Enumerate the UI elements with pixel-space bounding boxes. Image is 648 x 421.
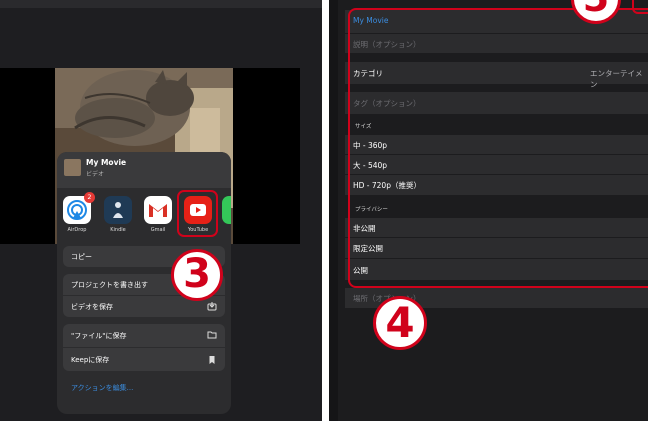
share-app-airdrop[interactable]: 2 AirDrop	[62, 192, 95, 233]
action-save-keep-label: Keepに保存	[71, 356, 110, 364]
panel-edge	[329, 0, 338, 421]
step-3-marker: 3	[171, 249, 223, 301]
done-button-highlight	[632, 0, 648, 14]
share-screen: My Movie ビデオ 2 AirDrop Kindle Gmail YouT…	[0, 0, 322, 421]
share-sheet-title: My Movie	[86, 158, 127, 167]
folder-icon	[207, 331, 217, 339]
top-bar	[0, 0, 322, 8]
share-sheet-subtitle: ビデオ	[86, 171, 105, 178]
share-app-more[interactable]: X	[221, 196, 231, 233]
airdrop-icon: 2	[63, 192, 95, 224]
share-sheet-header: My Movie ビデオ	[57, 152, 231, 188]
action-save-files[interactable]: "ファイル"に保存	[63, 324, 225, 348]
action-save-files-label: "ファイル"に保存	[71, 332, 127, 340]
app-icon	[222, 196, 231, 224]
edit-actions-link[interactable]: アクションを編集...	[71, 383, 133, 393]
bookmark-icon	[209, 356, 215, 364]
app-label: X	[221, 227, 231, 233]
kindle-icon	[104, 196, 132, 224]
video-thumbnail	[64, 159, 81, 176]
gmail-icon	[144, 196, 172, 224]
share-apps-row: 2 AirDrop Kindle Gmail YouTube	[57, 188, 231, 244]
app-label: Kindle	[110, 227, 126, 233]
share-app-gmail[interactable]: Gmail	[143, 196, 173, 233]
action-save-video-label: ビデオを保存	[71, 303, 113, 311]
settings-highlight-frame	[348, 8, 648, 288]
app-label: AirDrop	[67, 227, 87, 233]
action-group-save: "ファイル"に保存 Keepに保存	[63, 324, 225, 371]
airdrop-badge: 2	[84, 192, 95, 203]
youtube-highlight-frame	[177, 190, 218, 237]
divider	[322, 0, 329, 421]
action-save-keep[interactable]: Keepに保存	[63, 348, 225, 371]
action-write-project-label: プロジェクトを書き出す	[71, 281, 148, 289]
action-copy-label: コピー	[71, 253, 92, 261]
step-4-marker: 4	[373, 296, 427, 350]
save-icon	[207, 302, 217, 311]
app-label: Gmail	[150, 227, 166, 233]
share-app-kindle[interactable]: Kindle	[103, 196, 133, 233]
